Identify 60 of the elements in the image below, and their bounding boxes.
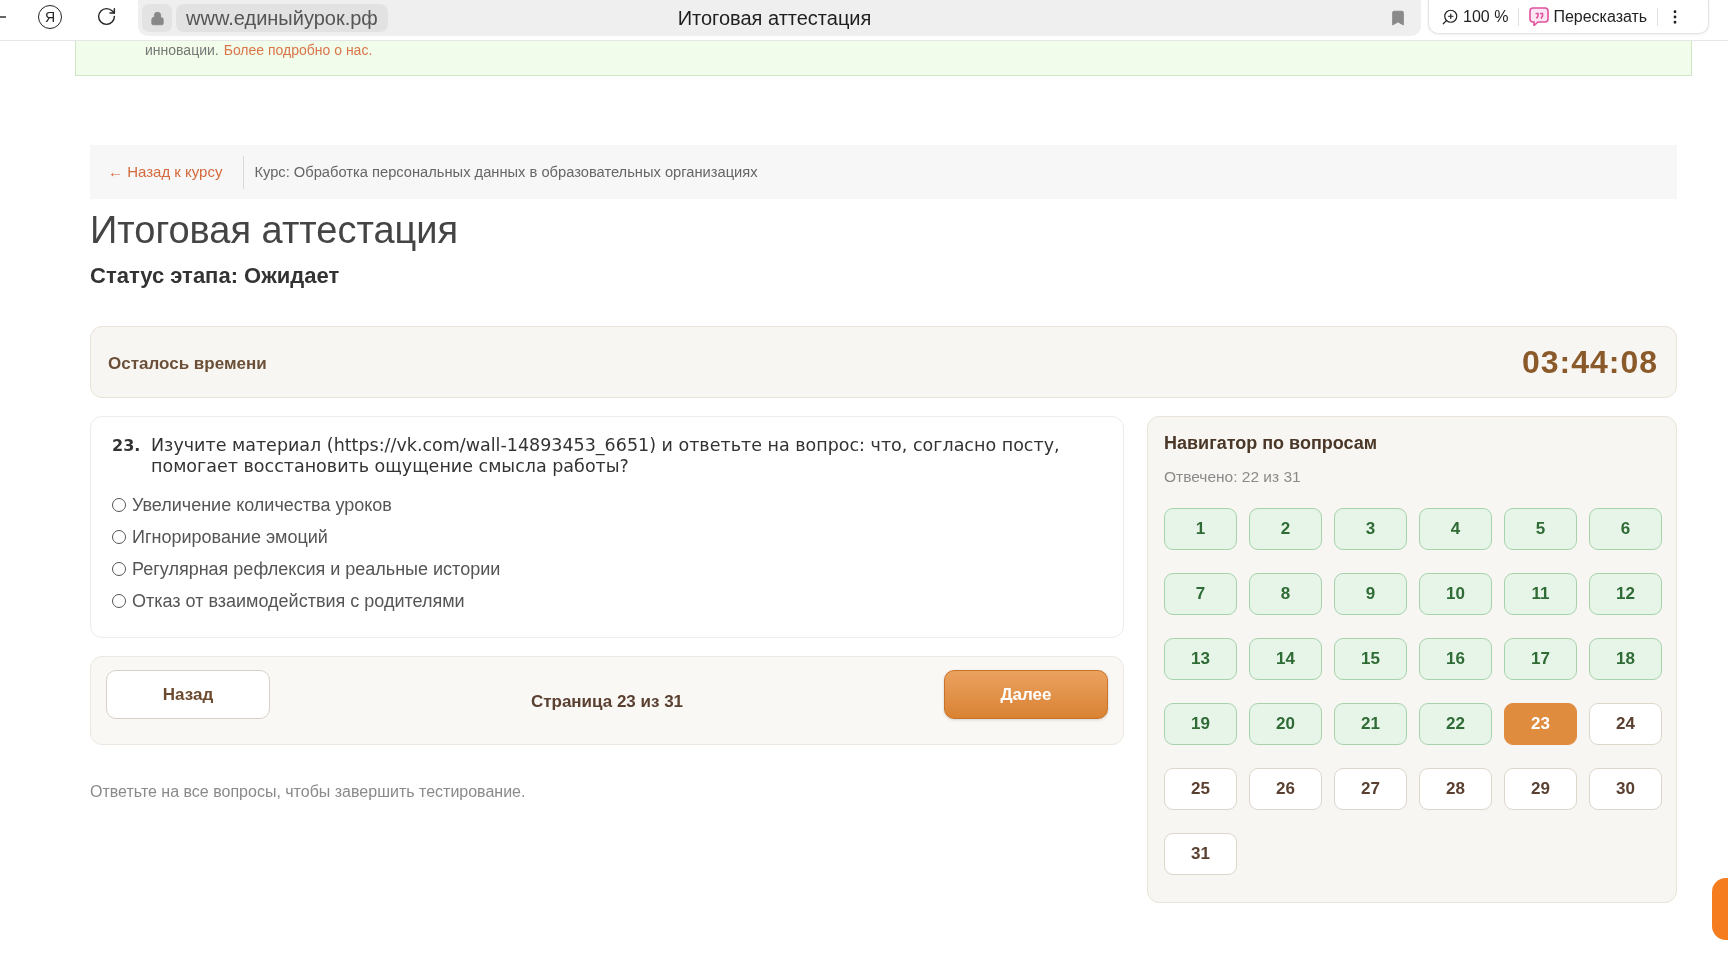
answer-option[interactable]: Отказ от взаимодействия с родителями (112, 590, 1111, 612)
back-to-course-link[interactable]: ← Назад к курсу (108, 160, 223, 184)
question-nav-button[interactable]: 21 (1334, 703, 1407, 745)
question-nav-button[interactable]: 24 (1589, 703, 1662, 745)
question-nav-button[interactable]: 16 (1419, 638, 1492, 680)
answer-option[interactable]: Регулярная рефлексия и реальные истории (112, 558, 1111, 580)
question-nav-button[interactable]: 25 (1164, 768, 1237, 810)
question-nav-button[interactable]: 1 (1164, 508, 1237, 550)
timer-value: 03:44:08 (1521, 343, 1658, 382)
question-nav-button[interactable]: 8 (1249, 573, 1322, 615)
question-nav-button[interactable]: 22 (1419, 703, 1492, 745)
answered-count: Отвечено: 22 из 31 (1164, 467, 1302, 487)
stage-status: Статус этапа: Ожидает (90, 262, 341, 290)
question-nav-button[interactable]: 3 (1334, 508, 1407, 550)
question-nav-button[interactable]: 11 (1504, 573, 1577, 615)
page-title: Итоговая аттестация (90, 208, 460, 252)
question-nav-button[interactable]: 29 (1504, 768, 1577, 810)
banner-text: инновации. (145, 41, 219, 59)
completion-hint: Ответьте на все вопросы, чтобы завершить тестирование. (90, 782, 527, 802)
question-nav-button[interactable]: 18 (1589, 638, 1662, 680)
question-nav-button[interactable]: 26 (1249, 768, 1322, 810)
question-nav-button[interactable]: 14 (1249, 638, 1322, 680)
question-nav-button[interactable]: 9 (1334, 573, 1407, 615)
question-nav-button[interactable]: 2 (1249, 508, 1322, 550)
question-nav-button[interactable]: 5 (1504, 508, 1577, 550)
floating-button[interactable] (1712, 878, 1728, 940)
question-nav-button[interactable]: 20 (1249, 703, 1322, 745)
bookmark-icon[interactable] (1389, 9, 1407, 27)
address-bar[interactable]: www.единыйурок.рф Итоговая аттестация (138, 0, 1421, 36)
zoom-in-icon (1441, 7, 1459, 26)
question-nav-button[interactable]: 28 (1419, 768, 1492, 810)
question-nav-button[interactable]: 27 (1334, 768, 1407, 810)
quote-bubble-icon (1529, 7, 1550, 26)
question-nav-button[interactable]: 12 (1589, 573, 1662, 615)
reload-icon[interactable] (96, 6, 117, 27)
question-nav-button[interactable]: 19 (1164, 703, 1237, 745)
zoom-button[interactable]: 100 % (1441, 4, 1509, 29)
lock-icon (142, 4, 172, 32)
question-nav-button[interactable]: 7 (1164, 573, 1237, 615)
answer-option[interactable]: Игнорирование эмоций (112, 526, 1111, 548)
about-link[interactable]: Более подробно о нас. (223, 41, 373, 59)
course-name: Курс: Обработка персональных данных в образовательных организациях (254, 162, 758, 182)
question-number: 23. (112, 435, 142, 456)
question-nav-button[interactable]: 4 (1419, 508, 1492, 550)
page-indicator: Страница 23 из 31 (530, 691, 684, 713)
question-nav-button[interactable]: 10 (1419, 573, 1492, 615)
question-nav-button[interactable]: 31 (1164, 833, 1237, 875)
summarize-button[interactable]: Пересказать (1529, 4, 1648, 29)
time-left-label: Осталось времени (108, 353, 267, 376)
question-nav-button[interactable]: 13 (1164, 638, 1237, 680)
back-button[interactable]: Назад (106, 670, 270, 719)
question-nav-button[interactable]: 6 (1589, 508, 1662, 550)
navigator-title: Навигатор по вопросам (1164, 432, 1379, 455)
question-nav-button[interactable]: 30 (1589, 768, 1662, 810)
tab-title: Итоговая аттестация (677, 6, 872, 31)
question-text: Изучите материал (https://vk.com/wall-14893453_6651) и ответьте на вопрос: что, согласно посту, помогает восстановить ощущение смысла работы? (151, 435, 1061, 477)
url-text: www.единыйурок.рф (176, 4, 388, 32)
question-nav-button[interactable]: 15 (1334, 638, 1407, 680)
answer-option[interactable]: Увеличение количества уроков (112, 494, 1111, 516)
question-nav-button[interactable]: 17 (1504, 638, 1577, 680)
